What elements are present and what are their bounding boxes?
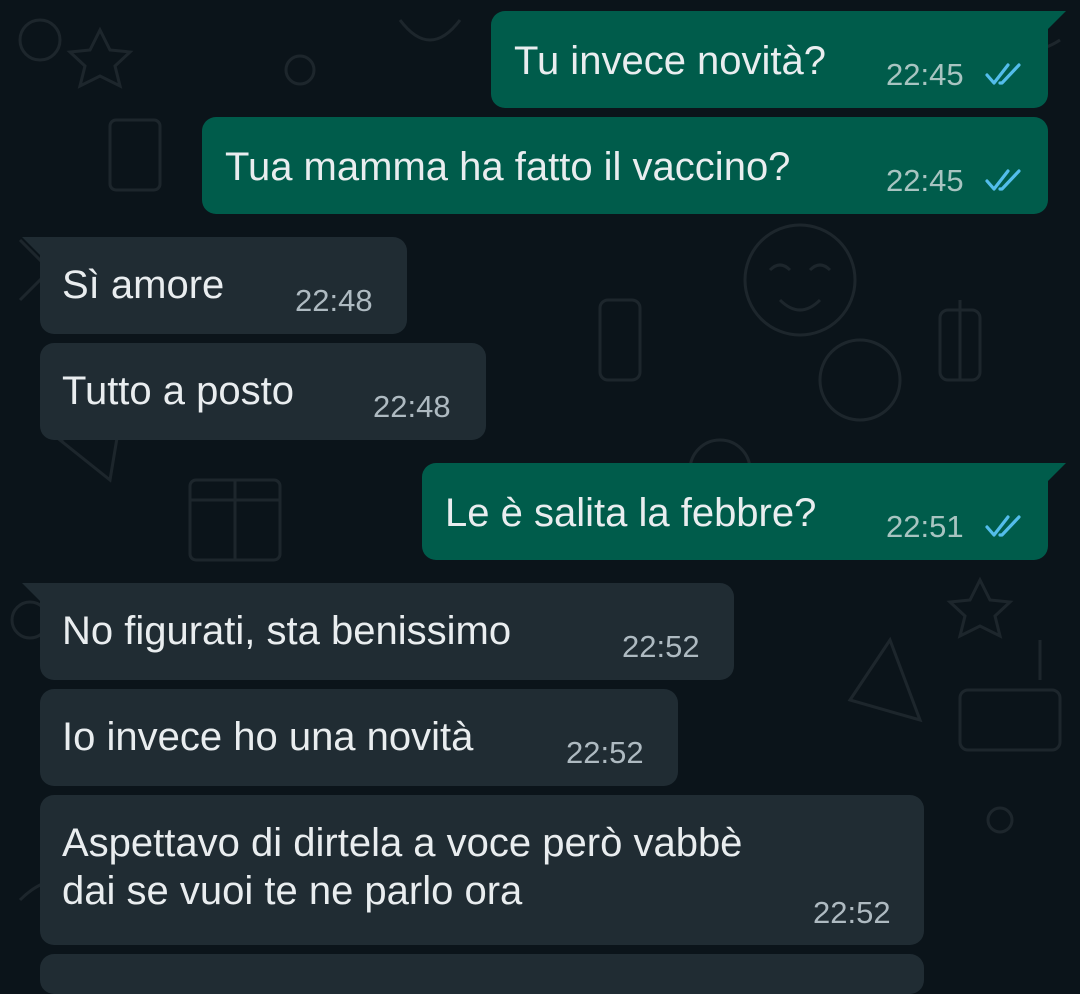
message-text: Io invece ho una novità [62,715,474,759]
read-receipt-icon [985,169,1021,191]
bubble-tail [22,237,42,257]
message-outgoing[interactable]: Tu invece novità? 22:45 [491,11,1066,108]
message-time: 22:45 [886,163,964,198]
message-text: Aspettavo di dirtela a voce però vabbè d… [62,821,743,913]
message-outgoing[interactable]: Tua mamma ha fatto il vaccino? 22:45 [202,117,1048,214]
message-time: 22:48 [373,389,451,424]
read-receipt-icon [985,515,1021,537]
bubble-tail [1046,11,1066,31]
bubble-tail [22,583,42,603]
message-incoming[interactable]: Sì amore 22:48 [22,237,407,334]
message-time: 22:48 [295,283,373,318]
message-incoming-partial[interactable] [40,954,924,994]
message-text: Tu invece novità? [514,39,827,83]
message-incoming[interactable]: Tutto a posto 22:48 [40,343,486,440]
message-text: Sì amore [62,263,225,307]
message-incoming[interactable]: Aspettavo di dirtela a voce però vabbè d… [40,795,924,945]
message-text: Tua mamma ha fatto il vaccino? [225,145,791,189]
message-outgoing[interactable]: Le è salita la febbre? 22:51 [422,463,1066,560]
message-text: Le è salita la febbre? [445,491,817,535]
message-time: 22:52 [813,895,891,930]
bubble-tail [1046,463,1066,483]
message-time: 22:52 [566,735,644,770]
message-time: 22:51 [886,509,964,544]
chat-conversation: Tu invece novità? 22:45 Tua mamma ha fat… [0,0,1080,994]
message-text: Tutto a posto [62,369,294,413]
read-receipt-icon [985,63,1021,85]
message-incoming[interactable]: Io invece ho una novità 22:52 [40,689,678,786]
message-text: No figurati, sta benissimo [62,609,512,653]
message-incoming[interactable]: No figurati, sta benissimo 22:52 [22,583,734,680]
message-time: 22:45 [886,57,964,92]
message-time: 22:52 [622,629,700,664]
